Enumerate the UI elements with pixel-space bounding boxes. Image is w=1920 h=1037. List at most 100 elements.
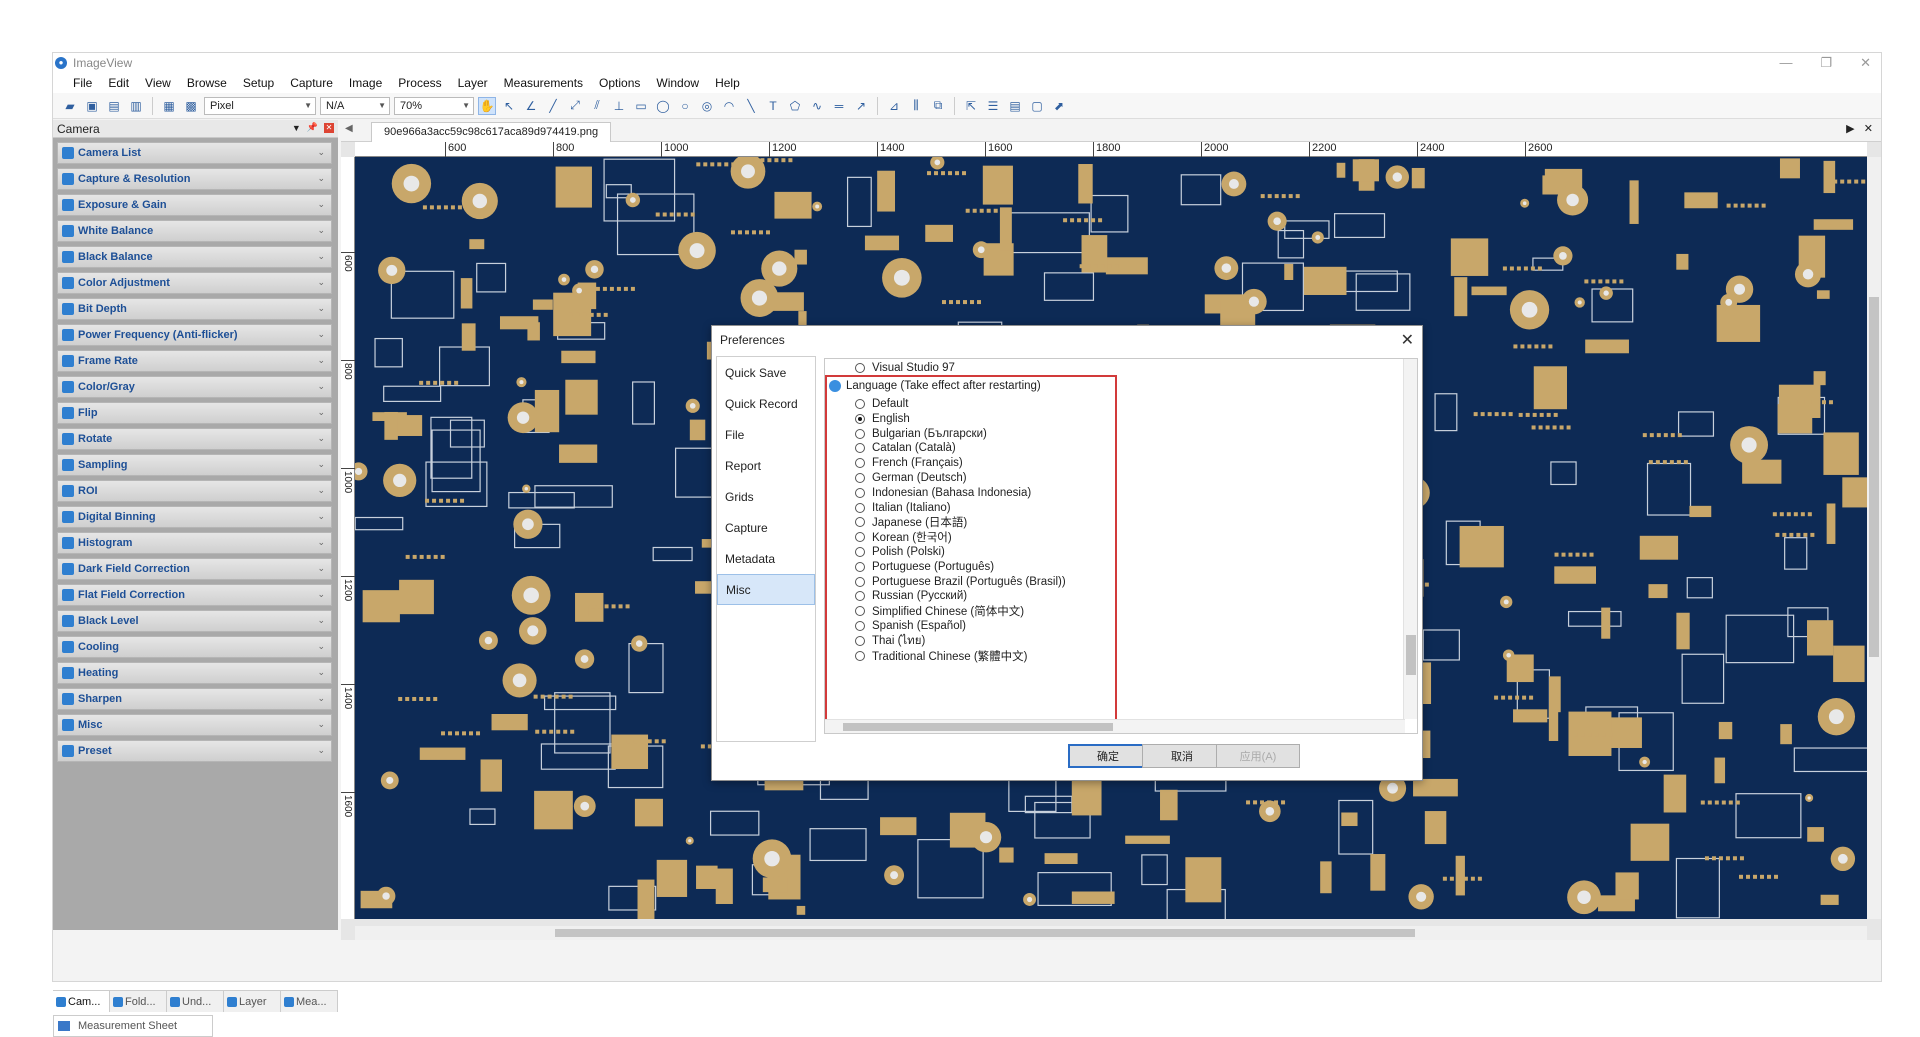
arrow-tool-icon[interactable]: ↗ xyxy=(852,97,870,115)
chevron-down-icon[interactable]: ⌄ xyxy=(317,563,325,574)
chevron-down-icon[interactable]: ⌄ xyxy=(317,589,325,600)
close-icon[interactable]: ✕ xyxy=(324,122,334,133)
radio-button[interactable] xyxy=(855,517,865,528)
nav-item-misc[interactable]: Misc xyxy=(717,574,815,605)
grid-view-icon[interactable]: ▩ xyxy=(182,97,200,115)
chevron-down-icon[interactable]: ▼ xyxy=(292,123,301,133)
radio-button[interactable] xyxy=(855,591,865,602)
radio-button[interactable] xyxy=(855,547,865,557)
camera-section-dark-field-correction[interactable]: Dark Field Correction ⌄ xyxy=(57,558,332,580)
chevron-down-icon[interactable]: ⌄ xyxy=(317,719,325,730)
camera-section-flat-field-correction[interactable]: Flat Field Correction ⌄ xyxy=(57,584,332,606)
panel-tab-2[interactable]: Und... xyxy=(167,991,224,1012)
chevron-down-icon[interactable]: ⌄ xyxy=(317,251,325,262)
camera-section-white-balance[interactable]: White Balance ⌄ xyxy=(57,220,332,242)
chevron-down-icon[interactable]: ⌄ xyxy=(317,511,325,522)
radio-button[interactable] xyxy=(855,363,865,373)
menu-measurements[interactable]: Measurements xyxy=(496,76,591,90)
open-folder-icon[interactable]: ▰ xyxy=(61,97,79,115)
copy-icon[interactable]: ▥ xyxy=(127,97,145,115)
zoom-combo[interactable]: 70% ▼ xyxy=(394,96,474,115)
camera-section-color-adjustment[interactable]: Color Adjustment ⌄ xyxy=(57,272,332,294)
menu-image[interactable]: Image xyxy=(341,76,390,90)
menu-file[interactable]: File xyxy=(65,76,100,90)
list-vertical-scrollbar[interactable] xyxy=(1403,359,1417,719)
pointer-tool-icon[interactable]: ↖ xyxy=(500,97,518,115)
menu-edit[interactable]: Edit xyxy=(100,76,137,90)
radio-button[interactable] xyxy=(855,532,865,543)
save-icon[interactable]: ▣ xyxy=(83,97,101,115)
chevron-down-icon[interactable]: ⌄ xyxy=(317,641,325,652)
chevron-down-icon[interactable]: ⌄ xyxy=(317,303,325,314)
chevron-down-icon[interactable]: ⌄ xyxy=(317,745,325,756)
close-icon[interactable]: ✕ xyxy=(1401,330,1414,350)
chevron-down-icon[interactable]: ⌄ xyxy=(317,615,325,626)
camera-section-exposure-gain[interactable]: Exposure & Gain ⌄ xyxy=(57,194,332,216)
chevron-down-icon[interactable]: ⌄ xyxy=(317,199,325,210)
nav-item-file[interactable]: File xyxy=(717,419,815,450)
scroll-thumb[interactable] xyxy=(1406,635,1416,675)
layout-icon[interactable]: ⧉ xyxy=(929,97,947,115)
radio-button[interactable] xyxy=(855,606,865,617)
list-horizontal-scrollbar[interactable] xyxy=(825,719,1405,733)
radio-button[interactable] xyxy=(855,650,865,661)
camera-section-bit-depth[interactable]: Bit Depth ⌄ xyxy=(57,298,332,320)
scroll-thumb[interactable] xyxy=(843,723,1113,731)
value-combo[interactable]: N/A ▼ xyxy=(320,96,390,115)
radio-button[interactable] xyxy=(855,635,865,646)
radio-button[interactable] xyxy=(855,443,865,454)
camera-section-histogram[interactable]: Histogram ⌄ xyxy=(57,532,332,554)
camera-section-preset[interactable]: Preset ⌄ xyxy=(57,740,332,762)
hand-tool-icon[interactable]: ✋ xyxy=(478,96,496,115)
tab-scroll-right-icon[interactable]: ▶ xyxy=(1846,123,1854,135)
panel-tab-0[interactable]: Cam... xyxy=(53,991,110,1012)
menu-process[interactable]: Process xyxy=(390,76,449,90)
chevron-down-icon[interactable]: ⌄ xyxy=(317,381,325,392)
calibrate-icon[interactable]: ⊿ xyxy=(885,97,903,115)
text-tool-icon[interactable]: T xyxy=(764,97,782,115)
menu-window[interactable]: Window xyxy=(648,76,707,90)
radio-button[interactable] xyxy=(855,487,865,498)
perpendicular-tool-icon[interactable]: ⊥ xyxy=(610,97,628,115)
camera-section-black-balance[interactable]: Black Balance ⌄ xyxy=(57,246,332,268)
radio-button[interactable] xyxy=(855,473,865,483)
chevron-down-icon[interactable]: ⌄ xyxy=(317,407,325,418)
export-icon[interactable]: ⇱ xyxy=(962,97,980,115)
menu-options[interactable]: Options xyxy=(591,76,648,90)
menu-layer[interactable]: Layer xyxy=(450,76,496,90)
panel-tab-4[interactable]: Mea... xyxy=(281,991,338,1012)
measurement-sheet-tab[interactable]: Measurement Sheet xyxy=(53,1015,213,1037)
menu-help[interactable]: Help xyxy=(707,76,748,90)
document-tab[interactable]: 90e966a3acc59c98c617aca89d974419.png xyxy=(371,122,612,142)
polygon-tool-icon[interactable]: ⬠ xyxy=(786,97,804,115)
chevron-down-icon[interactable]: ⌄ xyxy=(317,329,325,340)
browse-icon[interactable]: ▦ xyxy=(160,97,178,115)
camera-section-black-level[interactable]: Black Level ⌄ xyxy=(57,610,332,632)
chevron-down-icon[interactable]: ⌄ xyxy=(317,459,325,470)
align-icon[interactable]: ⫼ xyxy=(907,97,925,115)
chevron-down-icon[interactable]: ⌄ xyxy=(317,433,325,444)
camera-section-misc[interactable]: Misc ⌄ xyxy=(57,714,332,736)
camera-section-color-gray[interactable]: Color/Gray ⌄ xyxy=(57,376,332,398)
camera-section-flip[interactable]: Flip ⌄ xyxy=(57,402,332,424)
vertical-scrollbar[interactable] xyxy=(1867,157,1881,919)
panel-tab-3[interactable]: Layer xyxy=(224,991,281,1012)
chevron-down-icon[interactable]: ⌄ xyxy=(317,147,325,158)
radio-button[interactable] xyxy=(855,458,865,469)
camera-section-frame-rate[interactable]: Frame Rate ⌄ xyxy=(57,350,332,372)
camera-section-digital-binning[interactable]: Digital Binning ⌄ xyxy=(57,506,332,528)
nav-item-report[interactable]: Report xyxy=(717,450,815,481)
scroll-thumb[interactable] xyxy=(555,929,1415,937)
camera-section-cooling[interactable]: Cooling ⌄ xyxy=(57,636,332,658)
nav-item-metadata[interactable]: Metadata xyxy=(717,543,815,574)
camera-section-sharpen[interactable]: Sharpen ⌄ xyxy=(57,688,332,710)
chevron-down-icon[interactable]: ⌄ xyxy=(317,277,325,288)
nav-item-quick-save[interactable]: Quick Save xyxy=(717,357,815,388)
nav-item-capture[interactable]: Capture xyxy=(717,512,815,543)
chevron-down-icon[interactable]: ⌄ xyxy=(317,693,325,704)
scale-bar-icon[interactable]: ═ xyxy=(830,97,848,115)
camera-section-camera-list[interactable]: Camera List ⌄ xyxy=(57,142,332,164)
cancel-button[interactable]: 取消 xyxy=(1142,744,1222,768)
radio-button[interactable] xyxy=(855,399,865,409)
radio-button[interactable] xyxy=(855,428,865,439)
